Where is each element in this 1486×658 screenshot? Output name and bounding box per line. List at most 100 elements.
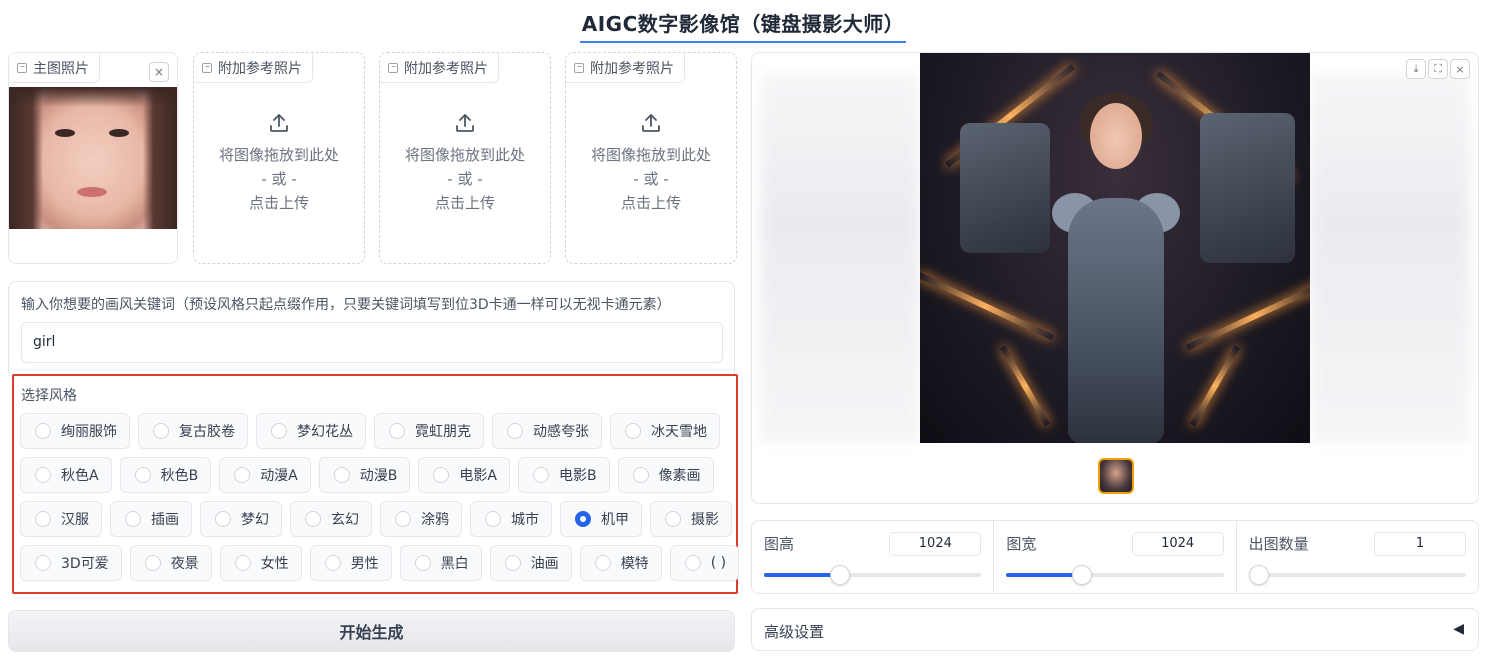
width-slider-group: 图宽 1024 <box>994 521 1237 593</box>
page-title-wrap: AIGC数字影像馆（键盘摄影大师） <box>0 6 1486 43</box>
style-option-label: 男性 <box>350 556 379 572</box>
style-option[interactable]: 插画 <box>110 501 192 537</box>
height-slider-fill <box>764 573 841 577</box>
ref-photo-upload-1[interactable]: 附加参考照片 将图像拖放到此处 - 或 - 点击上传 <box>193 52 365 264</box>
radio-circle-icon <box>35 423 51 439</box>
drop-zone[interactable]: 将图像拖放到此处 - 或 - 点击上传 <box>194 107 364 215</box>
advanced-settings-label: 高级设置 <box>764 623 825 641</box>
style-option[interactable]: 动感夸张 <box>492 413 602 449</box>
height-slider-thumb[interactable] <box>830 565 851 585</box>
style-option-label: 城市 <box>511 512 539 528</box>
collapse-arrow-icon[interactable]: ◀ <box>1453 621 1464 637</box>
style-option[interactable]: 黑白 <box>399 545 482 581</box>
style-option[interactable]: 汉服 <box>20 501 102 537</box>
ref-photo-label-tag: 附加参考照片 <box>380 53 499 83</box>
style-option[interactable]: 摄影 <box>650 501 732 537</box>
fullscreen-icon[interactable]: ⛶ <box>1428 59 1448 79</box>
radio-circle-icon <box>324 555 341 571</box>
count-label: 出图数量 <box>1248 535 1309 553</box>
download-icon[interactable]: ⤓ <box>1406 59 1426 79</box>
style-option[interactable]: 电影B <box>517 457 610 493</box>
style-row-4: 3D可爱 夜景 女性 男性 黑白 油画 模特 ( ) <box>20 545 740 581</box>
style-option[interactable]: 女性 <box>219 545 302 581</box>
style-option[interactable]: 电影A <box>418 457 510 493</box>
width-slider-thumb[interactable] <box>1072 565 1093 585</box>
radio-circle-icon <box>433 467 450 483</box>
radio-circle-icon <box>333 467 350 483</box>
style-option-label: 插画 <box>151 512 179 528</box>
style-row-3: 汉服 插画 梦幻 玄幻 涂鸦 城市 机甲 摄影 <box>20 501 732 537</box>
radio-circle-icon <box>144 555 161 571</box>
radio-circle-icon <box>35 467 51 483</box>
radio-circle-icon <box>414 555 431 571</box>
drop-zone[interactable]: 将图像拖放到此处 - 或 - 点击上传 <box>566 107 736 215</box>
ref-photo-upload-3[interactable]: 附加参考照片 将图像拖放到此处 - 或 - 点击上传 <box>565 52 737 264</box>
style-option-label: 梦幻 <box>241 512 269 528</box>
style-option[interactable]: 梦幻花丛 <box>256 413 366 449</box>
image-icon <box>17 62 27 73</box>
style-option[interactable]: 像素画 <box>617 457 714 493</box>
style-row-1: 绚丽服饰 复古胶卷 梦幻花丛 霓虹朋克 动感夸张 冰天雪地 <box>20 413 720 449</box>
style-option[interactable]: 3D可爱 <box>20 545 122 581</box>
style-option[interactable]: 夜景 <box>129 545 212 581</box>
radio-circle-icon <box>389 423 405 439</box>
main-photo-image <box>9 87 177 229</box>
gallery-thumbnail[interactable] <box>1098 458 1134 494</box>
main-photo-upload[interactable]: 主图照片 × <box>8 52 178 264</box>
count-input[interactable]: 1 <box>1373 532 1466 556</box>
clear-photo-button[interactable]: × <box>149 62 169 82</box>
gallery-background-blur <box>760 73 920 443</box>
generate-button[interactable]: 开始生成 <box>8 610 735 652</box>
drop-text: 将图像拖放到此处 <box>590 146 711 164</box>
radio-circle-icon <box>134 467 151 483</box>
height-slider[interactable] <box>764 565 982 585</box>
style-label: 选择风格 <box>21 388 77 404</box>
style-option-selected[interactable]: 机甲 <box>560 501 642 537</box>
width-input[interactable]: 1024 <box>1131 532 1224 556</box>
style-option[interactable]: 冰天雪地 <box>610 413 720 449</box>
radio-circle-icon <box>395 511 411 527</box>
width-slider[interactable] <box>1006 565 1224 585</box>
style-option[interactable]: ( ) <box>669 545 740 581</box>
style-selector: 选择风格 绚丽服饰 复古胶卷 梦幻花丛 霓虹朋克 动感夸张 冰天雪地 秋色A 秋… <box>12 374 740 594</box>
style-option-label: 黑白 <box>440 556 469 572</box>
style-option[interactable]: 玄幻 <box>290 501 372 537</box>
image-icon <box>388 62 398 73</box>
radio-circle-icon <box>625 423 641 439</box>
style-option[interactable]: 模特 <box>579 545 662 581</box>
style-option-label: ( ) <box>710 555 727 571</box>
style-option[interactable]: 男性 <box>309 545 392 581</box>
upload-icon <box>270 114 288 132</box>
style-option[interactable]: 秋色B <box>119 457 212 493</box>
style-option[interactable]: 秋色A <box>20 457 112 493</box>
advanced-settings-accordion[interactable]: 高级设置 ◀ <box>751 608 1479 651</box>
click-upload-text: 点击上传 <box>434 194 495 212</box>
close-icon[interactable]: × <box>1450 59 1470 79</box>
height-input[interactable]: 1024 <box>889 532 982 556</box>
prompt-input[interactable]: girl <box>21 322 723 363</box>
count-slider-group: 出图数量 1 <box>1237 521 1478 593</box>
style-option-label: 动漫A <box>260 468 298 484</box>
style-option[interactable]: 城市 <box>470 501 552 537</box>
style-option[interactable]: 油画 <box>489 545 572 581</box>
style-option[interactable]: 涂鸦 <box>380 501 462 537</box>
radio-circle-icon <box>35 555 51 571</box>
style-option[interactable]: 霓虹朋克 <box>374 413 484 449</box>
style-option[interactable]: 动漫A <box>219 457 311 493</box>
style-option-label: 复古胶卷 <box>179 424 235 440</box>
count-slider-thumb[interactable] <box>1248 565 1269 585</box>
drop-zone[interactable]: 将图像拖放到此处 - 或 - 点击上传 <box>380 107 550 215</box>
style-option-label: 电影B <box>558 468 597 484</box>
style-option-label: 动漫B <box>359 468 398 484</box>
style-option[interactable]: 动漫B <box>318 457 411 493</box>
radio-circle-icon <box>153 423 169 439</box>
generated-image[interactable] <box>920 53 1310 443</box>
count-slider[interactable] <box>1248 565 1466 585</box>
width-slider-fill <box>1006 573 1083 577</box>
ref-photo-upload-2[interactable]: 附加参考照片 将图像拖放到此处 - 或 - 点击上传 <box>379 52 551 264</box>
style-option[interactable]: 绚丽服饰 <box>20 413 130 449</box>
radio-circle-icon <box>507 423 523 439</box>
style-option[interactable]: 复古胶卷 <box>138 413 248 449</box>
radio-circle-icon <box>271 423 287 439</box>
style-option[interactable]: 梦幻 <box>200 501 282 537</box>
